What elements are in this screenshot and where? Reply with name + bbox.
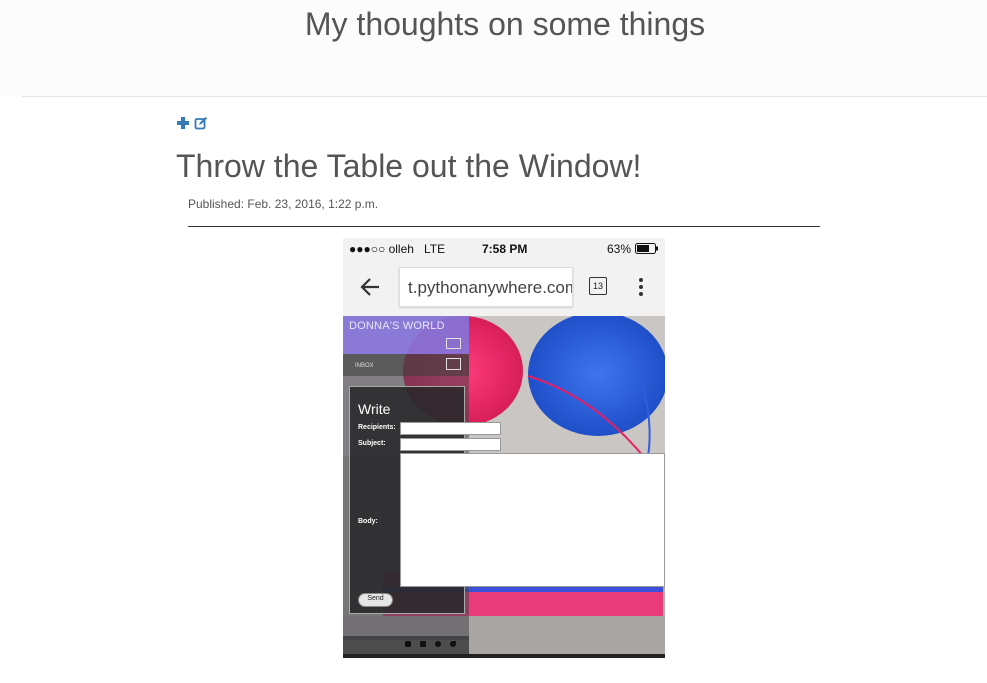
recipients-label: Recipients: bbox=[358, 424, 396, 431]
social-icons bbox=[405, 641, 456, 647]
app-sidebar: DONNA'S WORLD INBOX Write Recipients: Su… bbox=[343, 316, 665, 640]
list-icon bbox=[446, 358, 461, 370]
subject-field bbox=[400, 438, 501, 451]
url-field: t.pythonanywhere.com bbox=[399, 267, 573, 307]
phone-status-bar: ●●●○○ olleh LTE 7:58 PM 63% bbox=[343, 238, 665, 260]
carrier-signal: ●●●○○ olleh bbox=[349, 242, 414, 256]
app-footer bbox=[343, 636, 469, 654]
post-screenshot-image: ●●●○○ olleh LTE 7:58 PM 63% t.pythonanyw… bbox=[343, 238, 665, 658]
plus-icon[interactable] bbox=[176, 116, 190, 130]
brand-name: DONNA'S WORLD bbox=[349, 320, 445, 332]
subject-label: Subject: bbox=[358, 440, 386, 447]
site-title[interactable]: My thoughts on some things bbox=[0, 6, 987, 43]
screen-bottom-edge bbox=[343, 654, 665, 658]
compose-panel: Write Recipients: Subject: Body: Send bbox=[349, 386, 665, 614]
site-header: My thoughts on some things bbox=[0, 0, 987, 96]
linkedin-icon bbox=[420, 641, 426, 647]
recipients-field bbox=[400, 422, 501, 435]
body-field bbox=[400, 453, 665, 587]
brand-bar: DONNA'S WORLD bbox=[343, 316, 469, 354]
header-divider bbox=[22, 96, 987, 97]
edit-icon[interactable] bbox=[194, 116, 208, 130]
phone-screen: DONNA'S WORLD INBOX Write Recipients: Su… bbox=[343, 316, 665, 658]
battery-percent: 63% bbox=[607, 242, 632, 256]
kebab-menu-icon bbox=[638, 277, 644, 302]
inbox-row: INBOX bbox=[343, 354, 469, 376]
post-published-date: Published: Feb. 23, 2016, 1:22 p.m. bbox=[188, 197, 379, 211]
mail-icon bbox=[446, 338, 461, 349]
body-label: Body: bbox=[358, 518, 378, 525]
compose-title: Write bbox=[358, 401, 391, 417]
mail-icon bbox=[405, 641, 411, 647]
content-divider bbox=[188, 226, 820, 227]
github-icon bbox=[435, 641, 441, 647]
send-button: Send bbox=[358, 593, 393, 607]
post-title[interactable]: Throw the Table out the Window! bbox=[176, 148, 641, 185]
battery-icon bbox=[635, 243, 659, 257]
tab-count-badge: 13 bbox=[589, 277, 607, 295]
browser-address-bar: t.pythonanywhere.com 13 bbox=[343, 260, 665, 316]
network-type: LTE bbox=[424, 242, 446, 256]
inbox-label: INBOX bbox=[355, 363, 374, 369]
back-arrow-icon bbox=[359, 277, 381, 302]
twitter-icon bbox=[450, 641, 456, 647]
status-time: 7:58 PM bbox=[482, 242, 528, 256]
post-toolbar bbox=[176, 114, 208, 132]
